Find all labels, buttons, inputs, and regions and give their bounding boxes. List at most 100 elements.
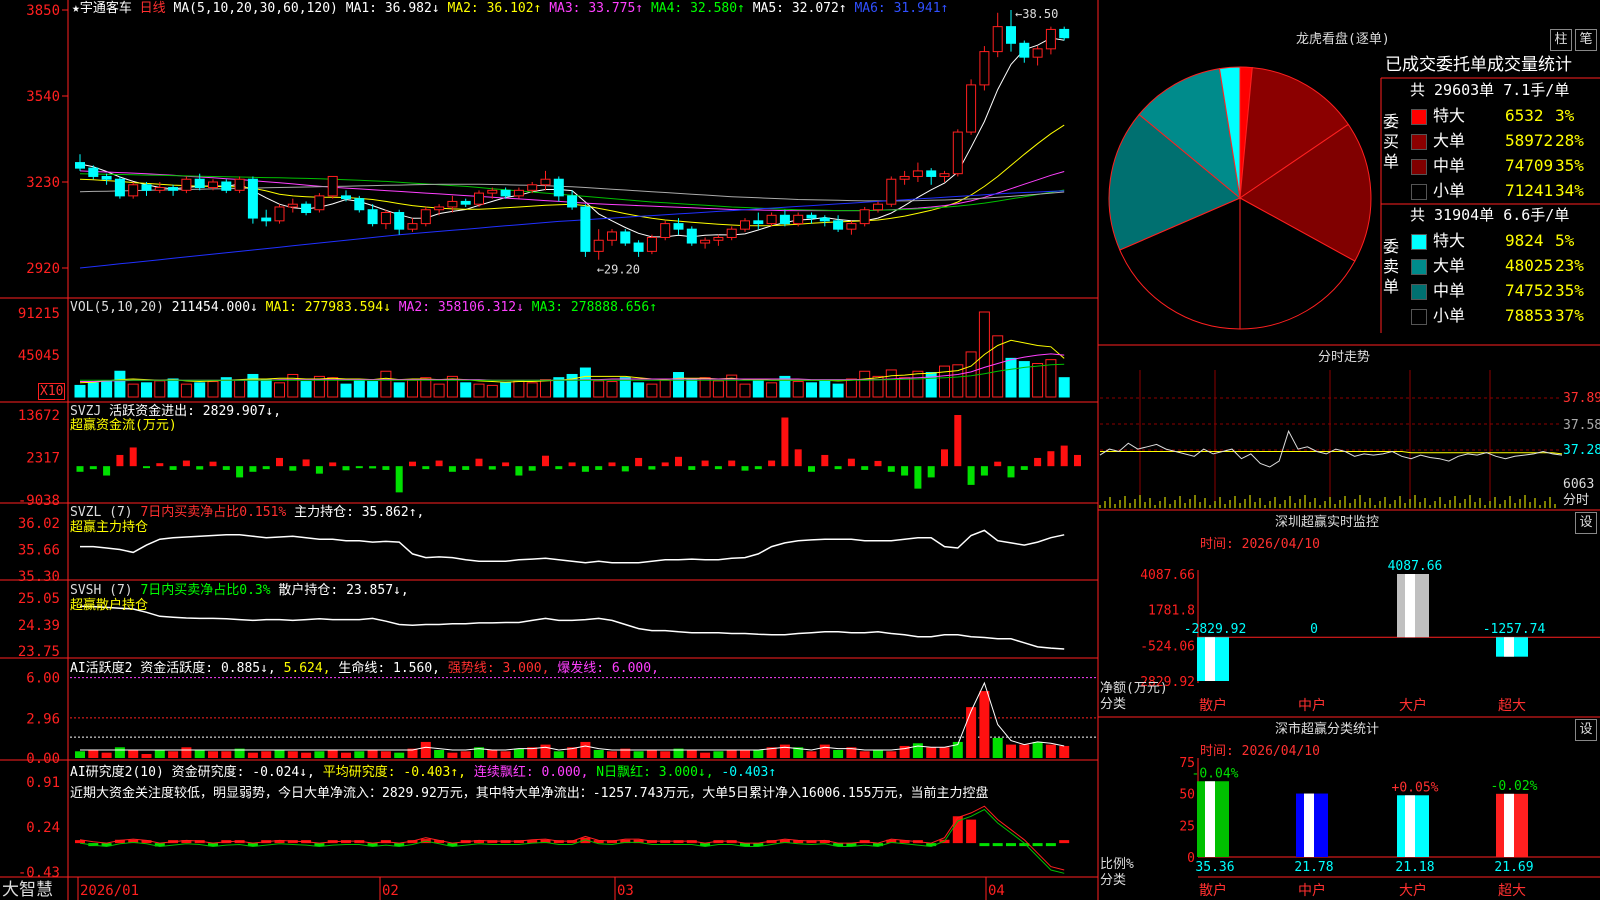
svzj-bar <box>1047 451 1055 467</box>
ai-activity-bar <box>208 751 218 758</box>
intraday-price-high: 37.89 <box>1563 391 1600 406</box>
ai-activity-bar <box>247 752 258 758</box>
ma3-label: MA3: 33.775↑ <box>549 1 644 16</box>
candle-body <box>873 203 883 211</box>
ai-activity-strong: 强势线: 3.000, <box>447 661 550 676</box>
svzj-bar <box>315 466 323 474</box>
candle-body <box>833 220 844 230</box>
ai-research-header: AI研究度2(10) 资金研究度: -0.024↓, 平均研究度: -0.403… <box>70 765 776 780</box>
vol-bar <box>353 380 365 398</box>
candle-body <box>1059 28 1070 39</box>
stock-title[interactable]: ★宇通客车 <box>72 1 132 16</box>
ma1-label: MA1: 36.982↓ <box>345 1 440 16</box>
vol-bar <box>114 370 126 398</box>
legend-name: 中单 <box>1433 281 1466 300</box>
legend-swatch <box>1411 309 1427 325</box>
candle-body <box>567 195 578 208</box>
vol-bar <box>393 382 405 398</box>
ai-activity-bar <box>1059 745 1070 758</box>
vol-bar <box>792 381 804 398</box>
classify-category-label: 超大 <box>1498 883 1526 899</box>
dragon-title: 龙虎看盘(逐单) <box>1296 32 1390 47</box>
candle-body <box>75 162 85 169</box>
candle-body <box>793 214 804 225</box>
ai-activity-bar <box>301 752 312 758</box>
xaxis-label: 2026/01 <box>80 883 139 899</box>
svzj-bar <box>1074 454 1081 467</box>
svsh-ytick-label: 24.39 <box>18 618 60 634</box>
svzj-ytick-label: 13672 <box>18 408 60 424</box>
candle-body <box>354 198 365 211</box>
vol-bar <box>380 370 392 398</box>
ai-activity-bar <box>101 752 112 758</box>
vol-bar <box>274 382 285 398</box>
classify-category-label: 大户 <box>1399 882 1427 899</box>
vol-bar <box>180 383 192 398</box>
ai-activity-bar <box>607 751 617 758</box>
svzj-bar <box>422 466 430 470</box>
svzj-bar <box>515 466 523 476</box>
brand-logo: 大智慧 <box>2 880 53 900</box>
period-label[interactable]: 日线 <box>140 1 166 16</box>
candle-body <box>327 175 338 197</box>
ai-activity-bar <box>873 749 883 758</box>
svzl-subtitle: 超赢主力持仓 <box>70 520 149 535</box>
candle-body <box>527 184 538 191</box>
ai-activity-bar <box>686 749 697 758</box>
candle-body <box>474 192 484 205</box>
vol-bar <box>247 373 259 398</box>
ai-research-bar <box>567 840 578 844</box>
ai-activity-bar <box>128 749 139 758</box>
ai-activity-bar <box>447 752 458 758</box>
legend-name: 小单 <box>1433 181 1466 200</box>
monitor-category-label: 中户 <box>1298 697 1326 714</box>
svsh-header: SVSH (7) 7日内买卖净占比0.3% 散户持仓: 23.857↓, <box>70 583 409 598</box>
vol-bar <box>752 380 764 398</box>
bar-view-button[interactable]: 柱 <box>1550 29 1572 51</box>
svzj-bar <box>648 466 656 470</box>
svzj-bar <box>116 454 124 467</box>
svzl-line <box>80 529 1065 564</box>
candle-body <box>886 178 897 205</box>
ai-activity-bar <box>380 751 391 758</box>
tick-view-button[interactable]: 笔 <box>1575 29 1597 51</box>
vol-bar <box>87 382 99 398</box>
legend-swatch <box>1411 259 1427 275</box>
ai-activity-bar <box>646 749 657 758</box>
ai-research-bar <box>1032 843 1043 847</box>
svzj-bar <box>741 466 749 471</box>
vol-bar <box>340 383 352 398</box>
ai-activity-bar <box>434 749 445 758</box>
candle-body <box>487 189 498 194</box>
legend-swatch <box>1411 134 1427 150</box>
candle-body <box>380 212 391 225</box>
classify-value-label: 21.18 <box>1395 860 1434 875</box>
classify-value-label: 21.78 <box>1294 860 1333 875</box>
intraday-title: 分时走势 <box>1318 350 1371 365</box>
svzj-bar <box>581 466 589 472</box>
vol-bar <box>859 370 871 398</box>
vol-bar <box>407 379 418 398</box>
svzj-bar <box>808 466 815 472</box>
svzj-bar <box>794 449 802 467</box>
vol-bar <box>579 367 591 398</box>
legend-value: 58972 <box>1505 131 1554 150</box>
classify-category-label: 中户 <box>1298 882 1326 899</box>
svzl-ytick-label: 35.30 <box>18 569 60 585</box>
xaxis-label: 04 <box>988 883 1005 899</box>
candle-body <box>154 187 165 191</box>
intraday-price-line <box>1099 429 1563 468</box>
candle-body <box>1019 42 1030 58</box>
vol-bar <box>766 382 778 398</box>
candle-body <box>646 236 657 252</box>
monitor-settings-button[interactable]: 设 <box>1575 512 1597 534</box>
vol-bar <box>540 379 551 398</box>
classify-settings-button[interactable]: 设 <box>1575 719 1597 741</box>
candle-body <box>540 178 551 186</box>
candle-body <box>460 200 471 205</box>
ai-activity-bar <box>540 744 551 758</box>
classify-bar-highlight <box>1304 793 1314 857</box>
candle-body <box>633 242 644 252</box>
ma5-label: MA5: 32.072↑ <box>752 1 847 16</box>
classify-ytick-label: 0 <box>1187 851 1195 866</box>
